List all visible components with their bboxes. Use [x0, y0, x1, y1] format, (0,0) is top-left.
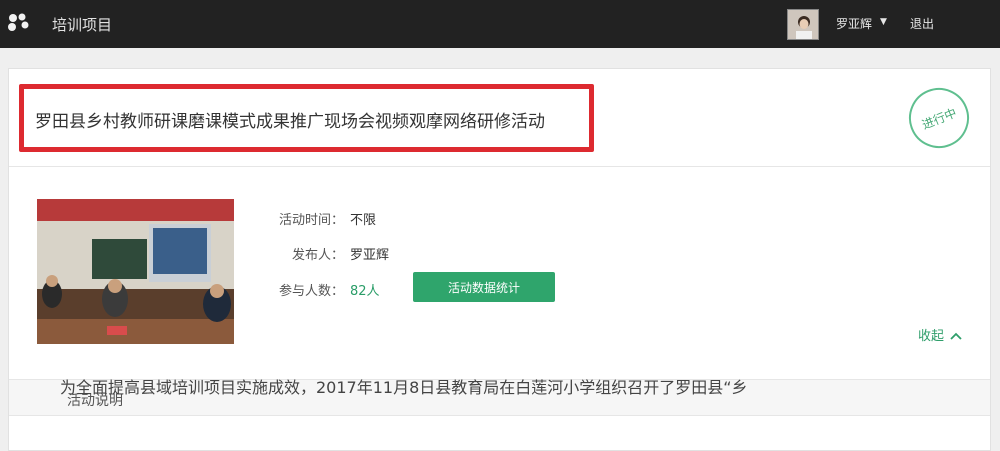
app-title[interactable]: 培训项目: [52, 14, 112, 35]
chevron-down-icon[interactable]: ▼: [880, 17, 887, 27]
title-row: 罗田县乡村教师研课磨课模式成果推广现场会视频观摩网络研修活动 进行中: [9, 69, 990, 167]
collapse-label: 收起: [918, 329, 945, 344]
activity-title: 罗田县乡村教师研课磨课模式成果推广现场会视频观摩网络研修活动: [35, 112, 545, 132]
app-logo-icon[interactable]: [6, 12, 30, 34]
time-label: 活动时间：: [278, 213, 344, 228]
description-text: 为全面提高县域培训项目实施成效，2017年11月8日县教育局在白莲河小学组织召开…: [60, 378, 748, 397]
participants-count: 82人: [350, 284, 380, 299]
publisher-value: 罗亚辉: [350, 248, 390, 263]
collapse-toggle[interactable]: 收起: [918, 325, 962, 344]
participants-label: 参与人数：: [278, 284, 344, 299]
top-nav-bar: 培训项目 罗亚辉 ▼ 退出: [0, 0, 1000, 48]
status-stamp: 进行中: [899, 78, 979, 158]
status-label: 进行中: [919, 105, 959, 132]
logout-link[interactable]: 退出: [910, 15, 934, 32]
activity-stats-button[interactable]: 活动数据统计: [413, 272, 555, 302]
activity-thumbnail[interactable]: [37, 199, 234, 344]
avatar[interactable]: [787, 9, 819, 40]
chevron-up-icon: [950, 332, 962, 340]
time-value: 不限: [350, 213, 377, 228]
user-name[interactable]: 罗亚辉: [836, 15, 872, 32]
publisher-label: 发布人：: [291, 248, 344, 263]
